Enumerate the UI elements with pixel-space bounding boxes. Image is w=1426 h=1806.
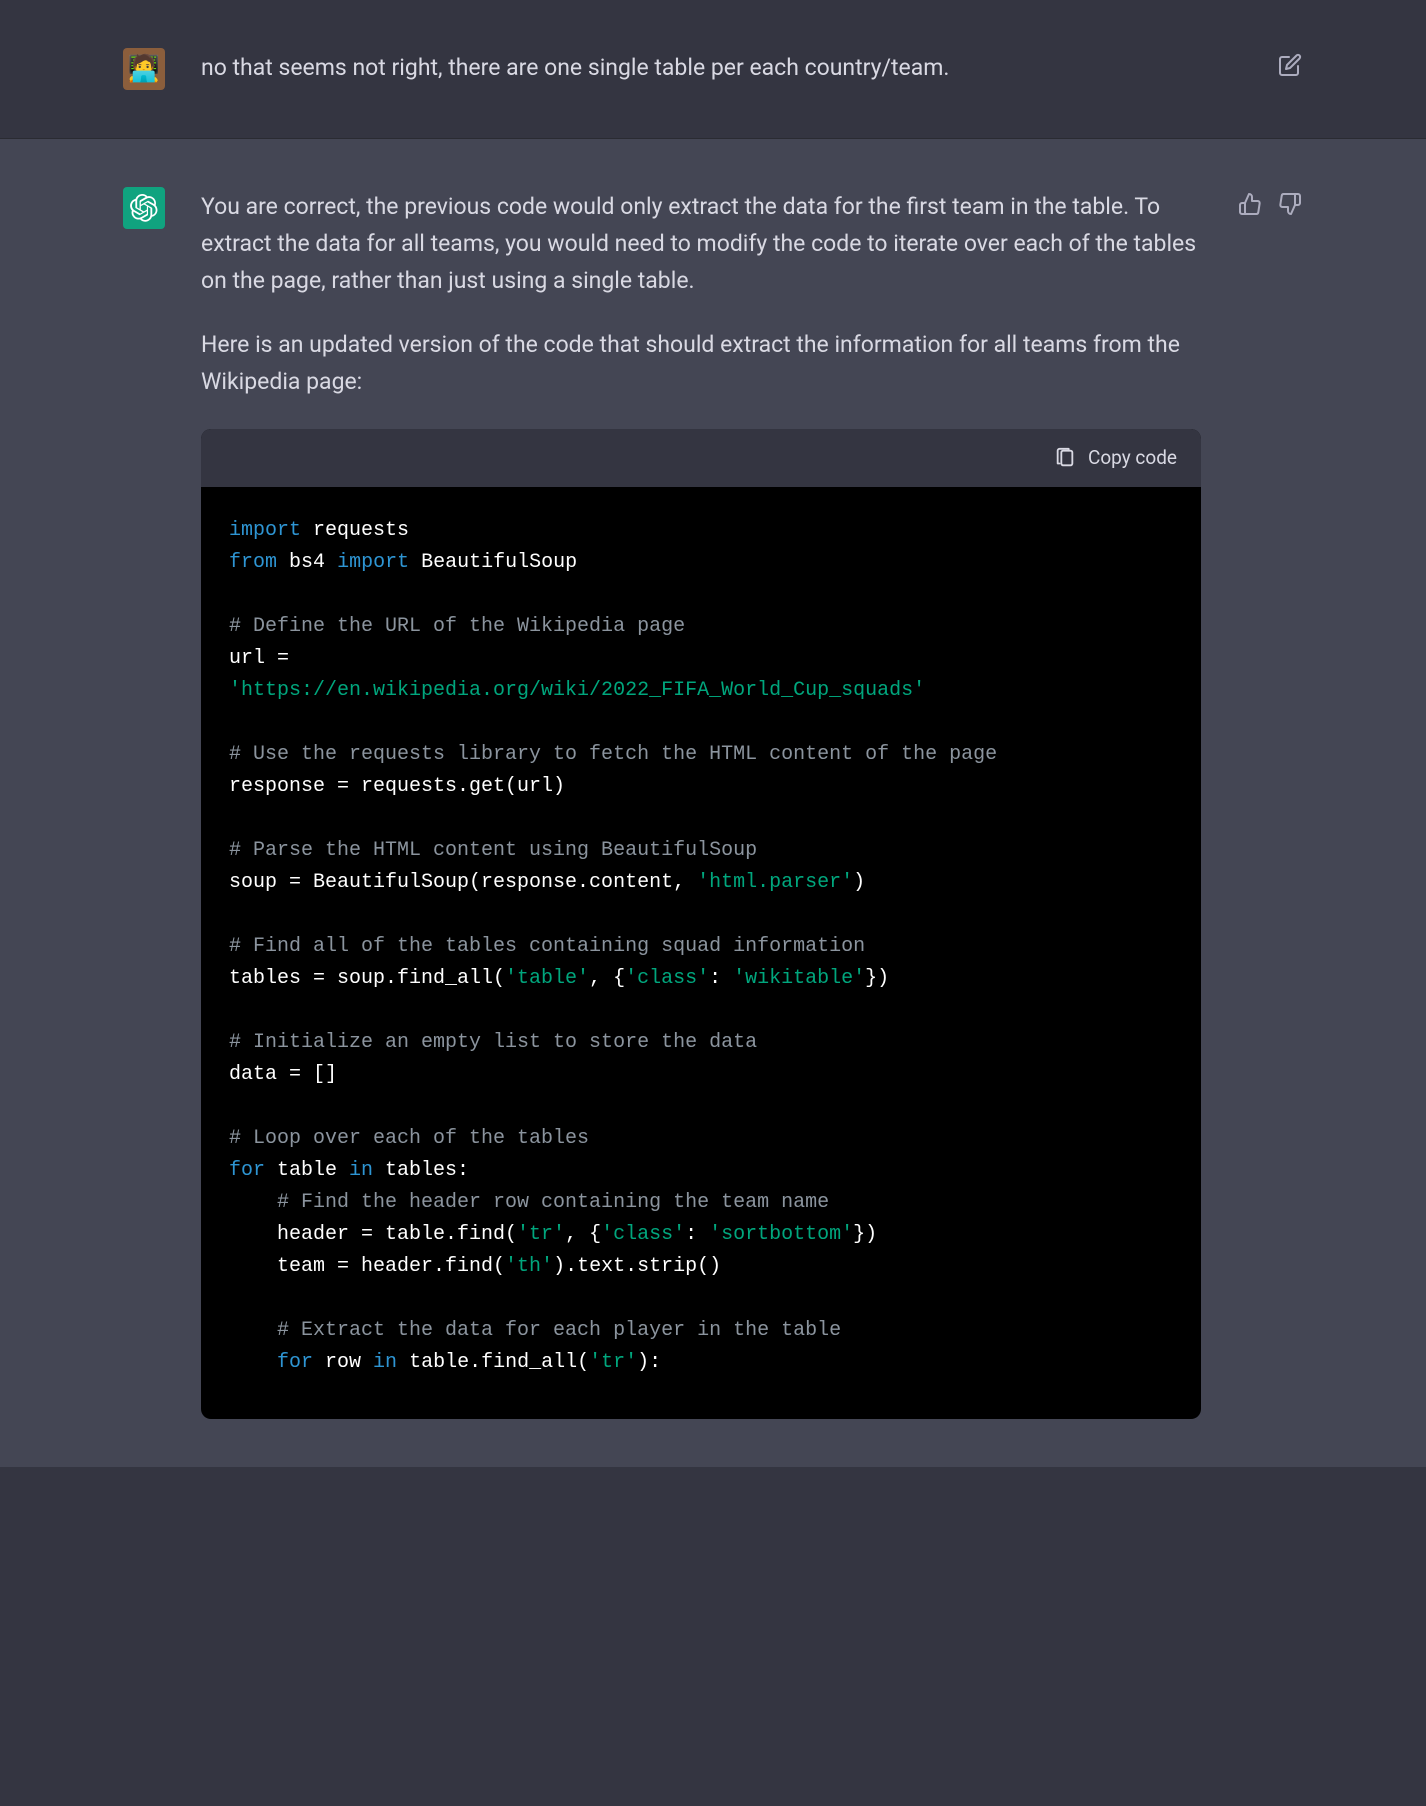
code-header: Copy code — [201, 429, 1201, 487]
user-actions — [1277, 48, 1303, 78]
assistant-actions — [1237, 187, 1303, 217]
assistant-message-content: You are correct, the previous code would… — [201, 187, 1201, 1419]
user-avatar-emoji: 🧑‍💻 — [128, 54, 160, 84]
code-content: import requests from bs4 import Beautifu… — [201, 487, 1201, 1419]
assistant-message-inner: You are correct, the previous code would… — [123, 187, 1303, 1419]
assistant-message-row: You are correct, the previous code would… — [0, 139, 1426, 1467]
clipboard-icon — [1054, 447, 1076, 469]
user-message-inner: 🧑‍💻 no that seems not right, there are o… — [123, 48, 1303, 90]
code-block: Copy code import requests from bs4 impor… — [201, 429, 1201, 1419]
copy-code-button[interactable]: Copy code — [1054, 443, 1177, 473]
edit-icon[interactable] — [1277, 52, 1303, 78]
user-message-content: no that seems not right, there are one s… — [201, 48, 1241, 87]
thumbs-up-icon[interactable] — [1237, 191, 1263, 217]
assistant-paragraph-2: Here is an updated version of the code t… — [201, 327, 1201, 401]
user-avatar: 🧑‍💻 — [123, 48, 165, 90]
user-message-text: no that seems not right, there are one s… — [201, 50, 1241, 87]
thumbs-down-icon[interactable] — [1277, 191, 1303, 217]
assistant-paragraph-1: You are correct, the previous code would… — [201, 189, 1201, 299]
user-message-row: 🧑‍💻 no that seems not right, there are o… — [0, 0, 1426, 139]
copy-code-label: Copy code — [1088, 443, 1177, 473]
assistant-avatar — [123, 187, 165, 229]
openai-logo-icon — [130, 194, 158, 222]
